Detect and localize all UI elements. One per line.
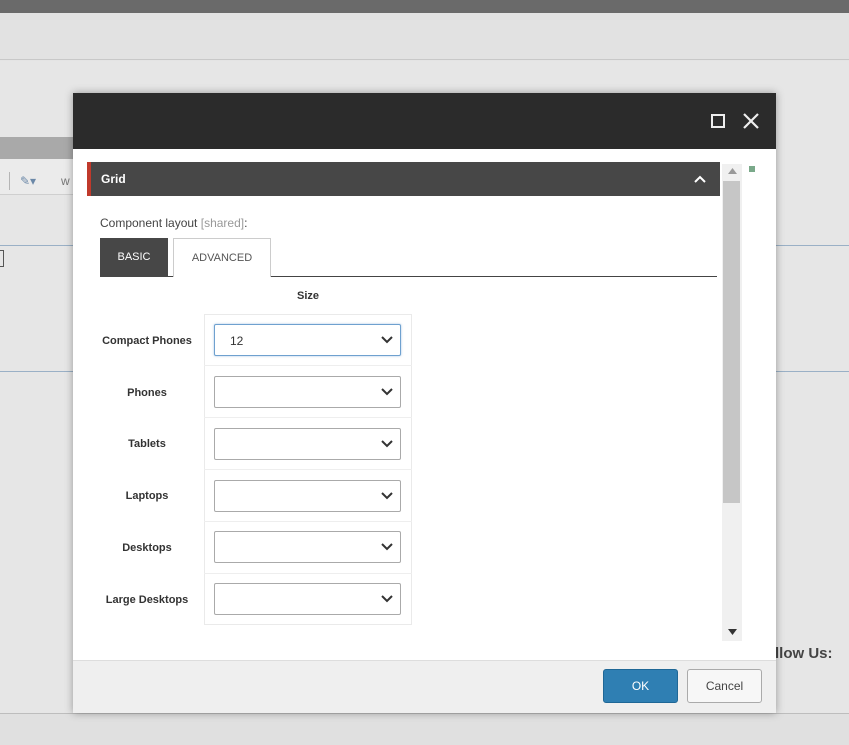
section-title: Grid bbox=[101, 172, 126, 186]
close-button[interactable] bbox=[740, 110, 762, 132]
select-value: 12 bbox=[230, 334, 244, 348]
scroll-down-arrow-icon[interactable] bbox=[722, 625, 742, 641]
chevron-down-icon bbox=[381, 336, 393, 344]
edit-check-icon[interactable]: ✎▾ bbox=[20, 174, 38, 188]
tablets-size-select[interactable] bbox=[214, 428, 401, 460]
phones-size-select[interactable] bbox=[214, 376, 401, 408]
component-layout-label: Component layout [shared]: bbox=[100, 216, 248, 230]
status-indicator bbox=[749, 166, 755, 172]
dialog-header bbox=[73, 93, 776, 149]
chevron-up-icon bbox=[694, 174, 706, 184]
follow-us-heading: llow Us: bbox=[775, 645, 833, 662]
row-separator bbox=[204, 417, 412, 418]
maximize-icon bbox=[711, 114, 725, 128]
dialog-body: Grid Component layout [shared]: BASIC AD… bbox=[73, 149, 776, 660]
app-ribbon bbox=[0, 13, 849, 60]
editor-toolbar-strip bbox=[0, 137, 80, 159]
ok-button[interactable]: OK bbox=[603, 669, 678, 703]
laptops-size-select[interactable] bbox=[214, 480, 401, 512]
row-label-compact-phones: Compact Phones bbox=[102, 335, 192, 347]
row-separator bbox=[204, 469, 412, 470]
shared-indicator: [shared] bbox=[200, 216, 245, 230]
grid-dialog: Grid Component layout [shared]: BASIC AD… bbox=[73, 93, 776, 713]
grid-section-header[interactable]: Grid bbox=[87, 162, 720, 196]
tab-basic[interactable]: BASIC bbox=[100, 238, 168, 277]
chevron-down-icon bbox=[381, 440, 393, 448]
scrollbar-thumb[interactable] bbox=[723, 181, 740, 503]
row-separator bbox=[204, 573, 412, 574]
tab-advanced[interactable]: ADVANCED bbox=[173, 238, 271, 277]
chevron-down-icon bbox=[381, 388, 393, 396]
large-desktops-size-select[interactable] bbox=[214, 583, 401, 615]
bracket-marker bbox=[0, 250, 4, 267]
app-top-bar bbox=[0, 0, 849, 13]
row-label-phones: Phones bbox=[127, 387, 167, 399]
layout-tabs: BASIC ADVANCED bbox=[100, 238, 717, 277]
row-label-tablets: Tablets bbox=[128, 438, 166, 450]
desktops-size-select[interactable] bbox=[214, 531, 401, 563]
compact-phones-size-select[interactable]: 12 bbox=[214, 324, 401, 356]
row-label-large-desktops: Large Desktops bbox=[105, 594, 189, 606]
page-bottom bbox=[0, 713, 849, 745]
toolbar-text: w bbox=[61, 174, 70, 188]
cancel-button[interactable]: Cancel bbox=[687, 669, 762, 703]
chevron-down-icon bbox=[381, 543, 393, 551]
row-label-laptops: Laptops bbox=[125, 490, 169, 502]
row-separator bbox=[204, 365, 412, 366]
chevron-down-icon bbox=[381, 492, 393, 500]
dialog-footer: OK Cancel bbox=[73, 660, 776, 713]
maximize-button[interactable] bbox=[707, 110, 729, 132]
size-column-heading: Size bbox=[297, 290, 320, 302]
close-icon bbox=[743, 113, 759, 129]
toolbar-separator bbox=[9, 172, 10, 190]
vertical-scrollbar[interactable] bbox=[722, 164, 742, 641]
row-separator bbox=[204, 521, 412, 522]
chevron-down-icon bbox=[381, 595, 393, 603]
scroll-up-arrow-icon[interactable] bbox=[722, 164, 742, 180]
row-label-desktops: Desktops bbox=[122, 542, 172, 554]
